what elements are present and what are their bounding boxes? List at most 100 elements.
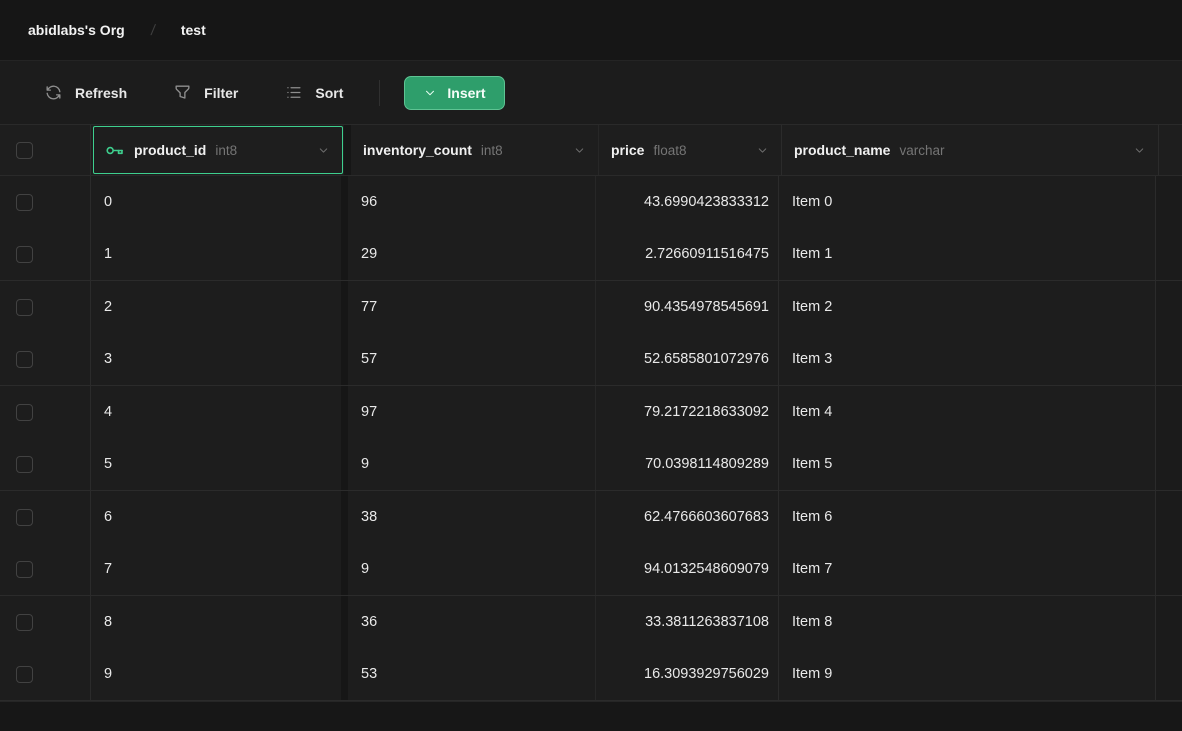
cell-product_name[interactable]: Item 5 (779, 439, 1156, 491)
insert-label: Insert (447, 85, 485, 101)
breadcrumb-org[interactable]: abidlabs's Org (28, 22, 125, 38)
cell-inventory_count[interactable]: 29 (348, 229, 595, 281)
column-header-product_id[interactable]: product_id int8 (93, 126, 343, 174)
cell-inventory_count[interactable]: 9 (348, 439, 595, 491)
cell-product_name[interactable]: Item 4 (779, 386, 1156, 439)
filter-icon (173, 83, 192, 102)
row-checkbox[interactable] (16, 404, 33, 421)
cell-product_id[interactable]: 5 (91, 439, 341, 491)
cell-inventory_count[interactable]: 77 (348, 281, 595, 334)
cell-price[interactable]: 90.4354978545691 (595, 281, 779, 334)
column-type: varchar (899, 143, 944, 158)
column-name: price (611, 142, 644, 158)
row-checkbox[interactable] (16, 246, 33, 263)
table-toolbar: Refresh Filter Sort Insert (0, 61, 1182, 125)
column-menu-chevron-icon[interactable] (756, 144, 769, 157)
cell-price[interactable]: 16.3093929756029 (595, 649, 779, 701)
cell-product_id[interactable]: 7 (91, 544, 341, 596)
status-bar (0, 701, 1182, 731)
cell-product_name[interactable]: Item 2 (779, 281, 1156, 334)
breadcrumb-table[interactable]: test (181, 22, 206, 38)
row-checkbox[interactable] (16, 456, 33, 473)
column-name: inventory_count (363, 142, 472, 158)
cell-inventory_count[interactable]: 97 (348, 386, 595, 439)
cell-product_name[interactable]: Item 1 (779, 229, 1156, 281)
cell-product_id[interactable]: 9 (91, 649, 341, 701)
column-menu-chevron-icon[interactable] (1133, 144, 1146, 157)
empty-column-spacer (1156, 281, 1182, 334)
cell-price[interactable]: 79.2172218633092 (595, 386, 779, 439)
table-row: 3 57 52.6585801072976 Item 3 (0, 334, 1182, 387)
cell-product_name[interactable]: Item 3 (779, 334, 1156, 386)
select-all-cell (0, 125, 91, 175)
column-gutter (341, 544, 348, 596)
cell-product_name[interactable]: Item 0 (779, 176, 1156, 229)
cell-price[interactable]: 2.72660911516475 (595, 229, 779, 281)
row-select-cell (0, 334, 91, 386)
row-checkbox[interactable] (16, 194, 33, 211)
column-gutter (341, 439, 348, 491)
toolbar-divider (379, 80, 380, 106)
cell-product_name[interactable]: Item 9 (779, 649, 1156, 701)
cell-product_id[interactable]: 8 (91, 596, 341, 649)
column-menu-chevron-icon[interactable] (317, 144, 330, 157)
column-header-price[interactable]: price float8 (598, 125, 782, 175)
cell-inventory_count[interactable]: 9 (348, 544, 595, 596)
sort-button[interactable]: Sort (276, 77, 351, 108)
column-menu-chevron-icon[interactable] (573, 144, 586, 157)
row-checkbox[interactable] (16, 666, 33, 683)
cell-inventory_count[interactable]: 38 (348, 491, 595, 544)
cell-product_name[interactable]: Item 6 (779, 491, 1156, 544)
table-row: 7 9 94.0132548609079 Item 7 (0, 544, 1182, 597)
cell-product_id[interactable]: 4 (91, 386, 341, 439)
column-header-inventory_count[interactable]: inventory_count int8 (351, 125, 598, 175)
cell-price[interactable]: 43.6990423833312 (595, 176, 779, 229)
empty-column-spacer (1156, 439, 1182, 491)
row-checkbox[interactable] (16, 561, 33, 578)
select-all-checkbox[interactable] (16, 142, 33, 159)
cell-inventory_count[interactable]: 96 (348, 176, 595, 229)
cell-inventory_count[interactable]: 36 (348, 596, 595, 649)
column-gutter (341, 229, 348, 281)
empty-column-spacer (1156, 229, 1182, 281)
cell-product_id[interactable]: 3 (91, 334, 341, 386)
cell-price[interactable]: 70.0398114809289 (595, 439, 779, 491)
row-checkbox[interactable] (16, 509, 33, 526)
row-checkbox[interactable] (16, 351, 33, 368)
empty-column-spacer (1156, 544, 1182, 596)
filter-button[interactable]: Filter (165, 77, 246, 108)
column-header-product_name[interactable]: product_name varchar (782, 125, 1159, 175)
cell-product_id[interactable]: 1 (91, 229, 341, 281)
table-row: 8 36 33.3811263837108 Item 8 (0, 596, 1182, 649)
cell-product_name[interactable]: Item 8 (779, 596, 1156, 649)
empty-column-spacer (1156, 176, 1182, 229)
sort-icon (284, 83, 303, 102)
insert-button[interactable]: Insert (404, 76, 504, 110)
empty-column-spacer (1156, 596, 1182, 649)
column-type: int8 (481, 143, 503, 158)
row-checkbox[interactable] (16, 614, 33, 631)
column-gutter (341, 386, 348, 439)
refresh-button[interactable]: Refresh (36, 77, 135, 108)
empty-column-spacer (1156, 386, 1182, 439)
cell-price[interactable]: 62.4766603607683 (595, 491, 779, 544)
empty-column-spacer (1156, 649, 1182, 701)
row-select-cell (0, 649, 91, 701)
cell-price[interactable]: 52.6585801072976 (595, 334, 779, 386)
cell-price[interactable]: 94.0132548609079 (595, 544, 779, 596)
table-row: 9 53 16.3093929756029 Item 9 (0, 649, 1182, 702)
cell-product_id[interactable]: 2 (91, 281, 341, 334)
refresh-label: Refresh (75, 85, 127, 101)
column-type: int8 (215, 143, 237, 158)
cell-inventory_count[interactable]: 53 (348, 649, 595, 701)
column-gutter (341, 649, 348, 701)
cell-product_id[interactable]: 6 (91, 491, 341, 544)
row-select-cell (0, 229, 91, 281)
cell-product_id[interactable]: 0 (91, 176, 341, 229)
row-select-cell (0, 596, 91, 649)
cell-product_name[interactable]: Item 7 (779, 544, 1156, 596)
cell-inventory_count[interactable]: 57 (348, 334, 595, 386)
column-type: float8 (653, 143, 686, 158)
cell-price[interactable]: 33.3811263837108 (595, 596, 779, 649)
row-checkbox[interactable] (16, 299, 33, 316)
